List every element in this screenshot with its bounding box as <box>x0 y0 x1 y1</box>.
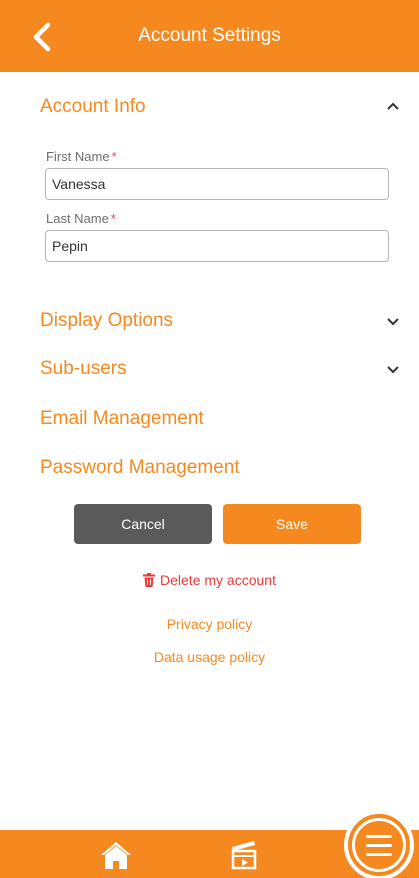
data-usage-policy-link[interactable]: Data usage policy <box>0 649 419 665</box>
menu-button[interactable] <box>344 810 414 878</box>
app-header: Account Settings <box>0 0 419 72</box>
section-display-options[interactable]: Display Options <box>40 306 400 336</box>
chevron-up-icon[interactable] <box>386 100 400 114</box>
delete-account-label: Delete my account <box>160 572 276 588</box>
section-password-management-label: Password Management <box>40 457 240 478</box>
delete-account-link[interactable]: Delete my account <box>0 572 419 588</box>
section-sub-users-label: Sub-users <box>40 358 127 379</box>
cancel-button[interactable]: Cancel <box>74 504 212 544</box>
chevron-down-icon[interactable] <box>386 314 400 328</box>
section-password-management[interactable]: Password Management <box>40 453 400 483</box>
section-email-management-label: Email Management <box>40 408 204 429</box>
section-email-management[interactable]: Email Management <box>40 404 400 434</box>
first-name-label: First Name * <box>46 149 117 164</box>
first-name-field[interactable] <box>45 168 389 200</box>
privacy-policy-link[interactable]: Privacy policy <box>0 616 419 632</box>
trash-icon <box>143 573 156 587</box>
last-name-field[interactable] <box>45 230 389 262</box>
clapperboard-icon[interactable] <box>228 838 260 870</box>
home-icon[interactable] <box>100 840 132 870</box>
page-title: Account Settings <box>138 25 281 46</box>
section-display-options-label: Display Options <box>40 310 174 331</box>
section-account-info-label: Account Info <box>40 96 146 117</box>
section-account-info[interactable]: Account Info <box>40 92 400 122</box>
required-marker: * <box>111 149 117 164</box>
back-chevron-icon[interactable] <box>28 22 58 52</box>
hamburger-menu-icon <box>352 818 406 872</box>
required-marker: * <box>110 211 116 226</box>
section-sub-users[interactable]: Sub-users <box>40 354 400 384</box>
last-name-label: Last Name * <box>46 211 116 226</box>
chevron-down-icon[interactable] <box>386 362 400 376</box>
save-button[interactable]: Save <box>223 504 361 544</box>
